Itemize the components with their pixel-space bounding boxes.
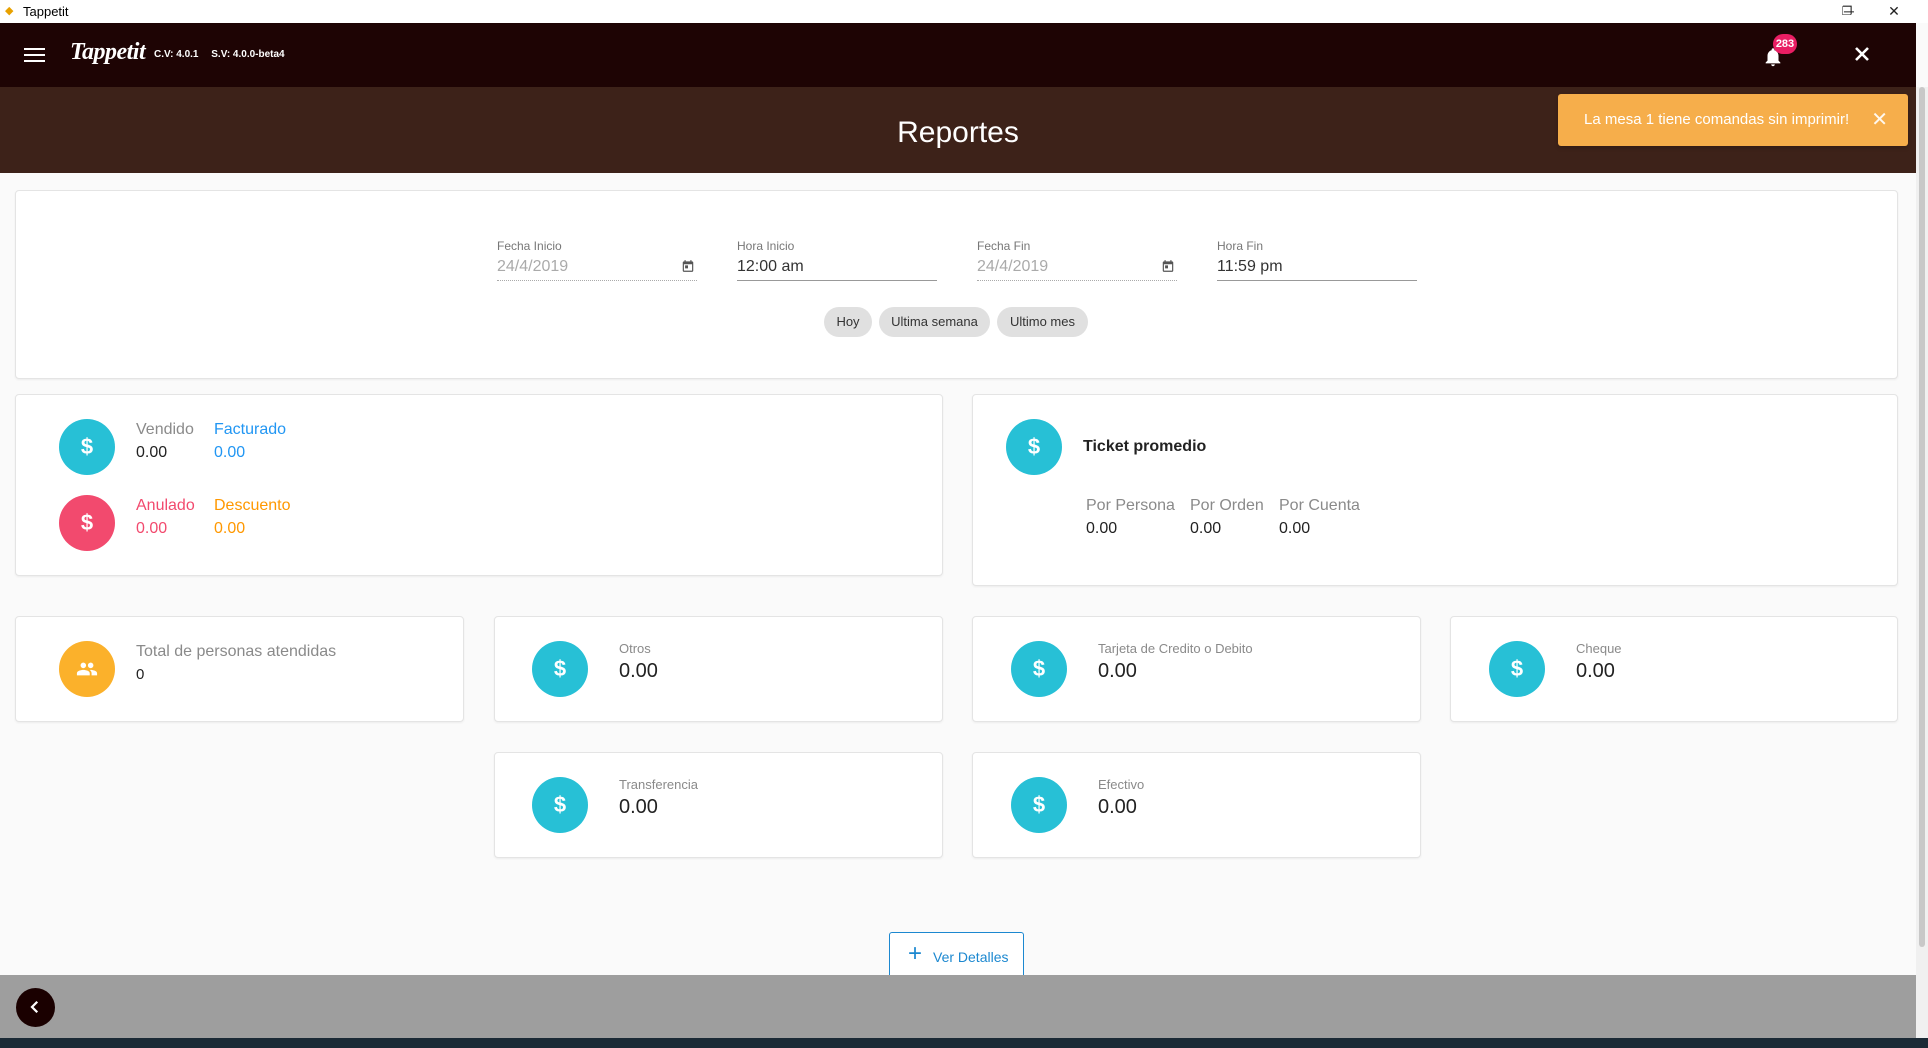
scrollbar[interactable]: [1916, 87, 1928, 1038]
start-date-label: Fecha Inicio: [497, 239, 562, 253]
dollar-icon: $: [1489, 641, 1545, 697]
window-title: Tappetit: [23, 4, 69, 19]
people-label: Total de personas atendidas: [136, 643, 337, 660]
toast-close-button[interactable]: ✕: [1871, 107, 1888, 132]
dollar-icon: $: [1006, 419, 1062, 475]
cheque-value: 0.00: [1576, 660, 1615, 682]
chip-ultimo-mes[interactable]: Ultimo mes: [997, 307, 1088, 337]
start-date-field[interactable]: Fecha Inicio 24/4/2019: [497, 239, 697, 281]
dollar-icon: $: [59, 495, 115, 551]
server-version: S.V: 4.0.0-beta4: [211, 49, 285, 60]
menu-icon-bar: [24, 60, 45, 62]
client-version: C.V: 4.0.1: [154, 49, 199, 60]
app-icon: ◆: [5, 5, 14, 17]
dollar-icon: $: [532, 641, 588, 697]
footer-bar: [0, 975, 1916, 1038]
toast-message: La mesa 1 tiene comandas sin imprimir!: [1584, 111, 1850, 128]
dollar-icon: $: [1011, 641, 1067, 697]
chip-ultima-semana[interactable]: Ultima semana: [879, 307, 990, 337]
transferencia-label: Transferencia: [619, 777, 698, 792]
otros-value: 0.00: [619, 660, 658, 682]
people-icon: [59, 641, 115, 697]
start-time-field[interactable]: Hora Inicio 12:00 am: [737, 239, 937, 281]
por-persona-value: 0.00: [1086, 520, 1118, 537]
start-time-value: 12:00 am: [737, 258, 804, 275]
tarjeta-label: Tarjeta de Credito o Debito: [1098, 641, 1253, 656]
vendido-value: 0.00: [136, 444, 168, 461]
ver-detalles-label: Ver Detalles: [933, 949, 1009, 965]
cheque-label: Cheque: [1576, 641, 1622, 656]
facturado-label: Facturado: [214, 421, 287, 438]
menu-icon-bar: [24, 54, 45, 56]
descuento-value: 0.00: [214, 520, 246, 537]
chevron-left-icon: [30, 1000, 39, 1014]
app-logo: Tappetit: [70, 39, 146, 65]
plus-icon: +: [908, 940, 923, 967]
notification-badge: 283: [1773, 34, 1797, 54]
window-close-button[interactable]: ✕: [1871, 0, 1917, 23]
app-header: Tappetit C.V: 4.0.1 S.V: 4.0.0-beta4 283: [0, 23, 1916, 87]
calendar-icon[interactable]: [1161, 259, 1175, 273]
dollar-icon: $: [59, 419, 115, 475]
tarjeta-value: 0.00: [1098, 660, 1137, 682]
por-persona-label: Por Persona: [1086, 497, 1175, 514]
back-button[interactable]: [16, 988, 55, 1027]
menu-button[interactable]: [24, 48, 45, 63]
end-date-field[interactable]: Fecha Fin 24/4/2019: [977, 239, 1177, 281]
notification-toast: La mesa 1 tiene comandas sin imprimir! ✕: [1558, 94, 1908, 146]
restore-button[interactable]: ❐: [1824, 0, 1870, 23]
calendar-icon[interactable]: [681, 259, 695, 273]
por-cuenta-value: 0.00: [1279, 520, 1311, 537]
version-info: C.V: 4.0.1 S.V: 4.0.0-beta4: [154, 49, 295, 60]
ver-detalles-button[interactable]: + Ver Detalles: [889, 932, 1024, 976]
start-time-label: Hora Inicio: [737, 239, 795, 253]
end-time-value: 11:59 pm: [1217, 258, 1283, 275]
filter-card: [15, 190, 1898, 379]
otros-label: Otros: [619, 641, 651, 656]
ticket-card: [972, 394, 1898, 586]
end-date-value: 24/4/2019: [977, 258, 1049, 275]
scrollbar-thumb[interactable]: [1919, 87, 1925, 947]
start-date-value: 24/4/2019: [497, 258, 569, 275]
descuento-label: Descuento: [214, 497, 291, 514]
ticket-title: Ticket promedio: [1083, 438, 1207, 455]
chip-hoy[interactable]: Hoy: [824, 307, 872, 337]
anulado-label: Anulado: [136, 497, 195, 514]
os-taskbar: [0, 1038, 1928, 1048]
end-time-label: Hora Fin: [1217, 239, 1264, 253]
efectivo-label: Efectivo: [1098, 777, 1145, 792]
end-time-field[interactable]: Hora Fin 11:59 pm: [1217, 239, 1417, 281]
dollar-icon: $: [532, 777, 588, 833]
por-orden-label: Por Orden: [1190, 497, 1264, 514]
transferencia-value: 0.00: [619, 796, 658, 818]
menu-icon-bar: [24, 48, 45, 50]
por-orden-value: 0.00: [1190, 520, 1222, 537]
facturado-value: 0.00: [214, 444, 246, 461]
efectivo-value: 0.00: [1098, 796, 1137, 818]
por-cuenta-label: Por Cuenta: [1279, 497, 1360, 514]
end-date-label: Fecha Fin: [977, 239, 1031, 253]
close-icon[interactable]: [1850, 42, 1874, 66]
anulado-value: 0.00: [136, 520, 168, 537]
people-value: 0: [136, 666, 145, 683]
os-title-bar: ◆ Tappetit ─: [0, 0, 1928, 23]
vendido-label: Vendido: [136, 421, 194, 438]
dollar-icon: $: [1011, 777, 1067, 833]
